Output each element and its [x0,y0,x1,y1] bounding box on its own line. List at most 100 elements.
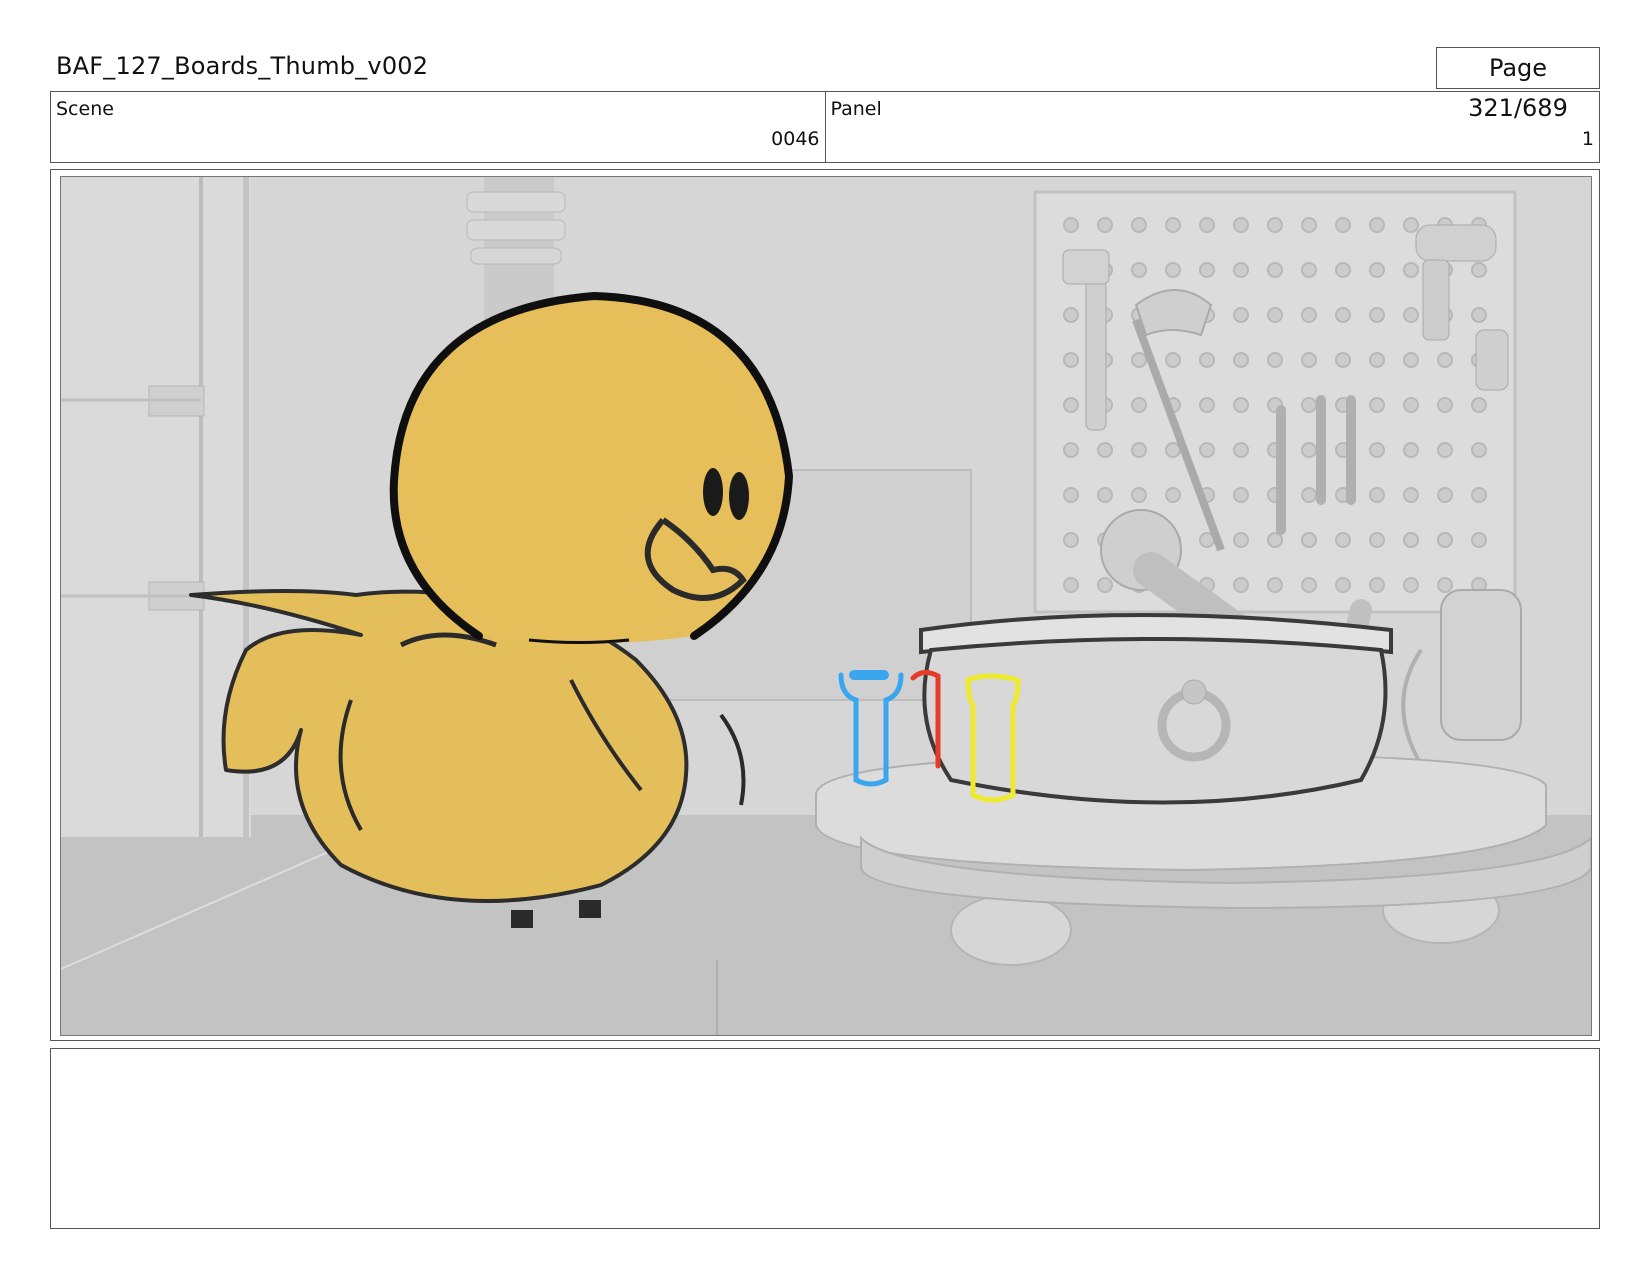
scene-panel-info-row: Scene 0046 Panel 1 [50,91,1600,163]
panel-label: Panel [830,98,882,120]
pegboard-hole [1233,532,1249,548]
pegboard-hole [1335,352,1351,368]
storyboard-drawing [60,176,1592,1036]
storyboard-panel [50,169,1600,1041]
pegboard-hole [1131,397,1147,413]
pegboard-hole [1131,352,1147,368]
pegboard-hole [1199,262,1215,278]
pegboard-hole [1233,262,1249,278]
pegboard-hole [1165,262,1181,278]
scene-label: Scene [56,98,114,120]
document-title: BAF_127_Boards_Thumb_v002 [56,52,429,80]
pegboard-hole [1097,487,1113,503]
pegboard-hole [1233,577,1249,593]
pegboard-hole [1267,577,1283,593]
pegboard-hole [1199,217,1215,233]
pegboard-hole [1267,262,1283,278]
pegboard-hole [1369,217,1385,233]
pegboard-hole [1199,442,1215,458]
pegboard-hole [1403,307,1419,323]
pegboard-hole [1335,577,1351,593]
pegboard-hole [1131,487,1147,503]
pegboard-hole [1301,262,1317,278]
panel-cell: Panel 1 [824,92,1600,162]
pegboard-hole [1301,442,1317,458]
pegboard-hole [1471,487,1487,503]
pegboard-hole [1199,352,1215,368]
pegboard-hole [1369,262,1385,278]
pegboard-hole [1233,397,1249,413]
pegboard-hole [1063,217,1079,233]
pegboard-hole [1437,577,1453,593]
pegboard-hole [1267,307,1283,323]
pegboard-hole [1403,352,1419,368]
pegboard-hole [1369,577,1385,593]
pegboard-hole [1233,307,1249,323]
pegboard-hole [1403,532,1419,548]
pegboard-hole [1437,532,1453,548]
pegboard-hole [1301,397,1317,413]
pegboard-hole [1267,217,1283,233]
pegboard-hole [1267,532,1283,548]
pegboard-hole [1335,532,1351,548]
pegboard-hole [1063,532,1079,548]
pegboard-hole [1063,307,1079,323]
pegboard-hole [1403,262,1419,278]
cooking-pot [919,613,1393,805]
pegboard-hole [1403,487,1419,503]
pegboard-hole [1301,217,1317,233]
pegboard-hole [1131,262,1147,278]
pegboard-hole [1335,217,1351,233]
pegboard-hole [1165,217,1181,233]
pegboard-hole [1063,577,1079,593]
pegboard-hole [1403,577,1419,593]
panel-number: 1 [1581,128,1594,150]
pegboard-hole [1335,262,1351,278]
pegboard-hole [1403,397,1419,413]
pegboard-hole [1369,532,1385,548]
pegboard-hole [1063,442,1079,458]
pegboard-hole [1233,487,1249,503]
pegboard-hole [1301,532,1317,548]
pegboard-hole [1471,442,1487,458]
pegboard-hole [1471,262,1487,278]
pegboard-hole [1165,442,1181,458]
pegboard-hole [1165,487,1181,503]
pegboard-hole [1063,352,1079,368]
pegboard-hole [1301,487,1317,503]
pegboard-hole [1267,352,1283,368]
scene-number: 0046 [771,128,820,150]
pegboard-hole [1301,352,1317,368]
pegboard-hole [1437,487,1453,503]
pegboard-hole [1301,577,1317,593]
pegboard-hole [1063,397,1079,413]
pegboard-hole [1369,307,1385,323]
pegboard-hole [1369,442,1385,458]
pegboard-hole [1369,487,1385,503]
pegboard-hole [1471,532,1487,548]
pegboard-hole [1335,307,1351,323]
pegboard-hole [1097,217,1113,233]
pegboard-hole [1437,352,1453,368]
pegboard-hole [1301,307,1317,323]
pegboard-hole [1233,442,1249,458]
pegboard-hole [1199,397,1215,413]
pegboard-hole [1097,577,1113,593]
pegboard-hole [1233,217,1249,233]
page-counter: Page 321/689 [1436,47,1600,122]
pegboard-hole [1437,442,1453,458]
pegboard-hole [1131,217,1147,233]
pegboard-hole [1369,352,1385,368]
pegboard-hole [1403,217,1419,233]
pegboard-hole [1131,442,1147,458]
pegboard-hole [1063,487,1079,503]
pegboard-hole [1403,442,1419,458]
pegboard-hole [1369,397,1385,413]
pegboard-hole [1233,352,1249,368]
panel-notes-box [50,1048,1600,1229]
pegboard-hole [1437,397,1453,413]
pegboard-hole [1097,442,1113,458]
pegboard-hole [1165,352,1181,368]
pegboard-hole [1471,307,1487,323]
scene-cell: Scene 0046 [51,92,825,162]
